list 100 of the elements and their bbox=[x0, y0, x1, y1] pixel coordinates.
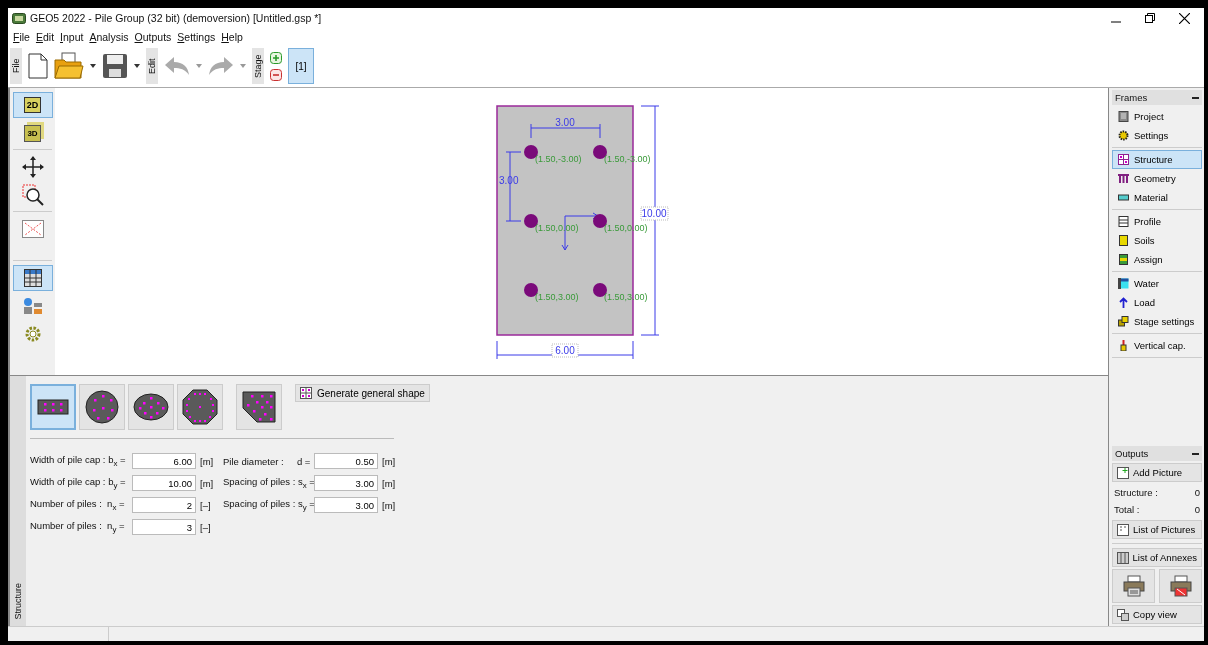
collapse-icon[interactable] bbox=[1192, 96, 1199, 99]
pile-coordinate-label: (1.50,3.00) bbox=[535, 292, 579, 302]
profile-icon bbox=[1118, 216, 1129, 227]
list-of-pictures-button[interactable]: List of Pictures bbox=[1112, 520, 1202, 539]
input-field[interactable]: 6.00 bbox=[132, 453, 196, 469]
print-button[interactable] bbox=[1112, 569, 1155, 603]
toolbar-group-label: Stage bbox=[252, 48, 264, 84]
picture-add-icon bbox=[1117, 466, 1129, 479]
pile-coordinate-label: (1.50,-3.00) bbox=[535, 154, 582, 164]
rectangle-shape-button[interactable] bbox=[30, 384, 76, 430]
copy-view-button[interactable]: Copy view bbox=[1112, 605, 1202, 624]
print-to-file-button[interactable] bbox=[1159, 569, 1202, 603]
window-title: GEO5 2022 - Pile Group (32 bit) (demoversion) [Untitled.gsp *] bbox=[30, 12, 322, 24]
pile-layout-icon bbox=[182, 389, 218, 425]
field-label: Width of pile cap : b$_{y}$ = bbox=[30, 476, 127, 490]
count-label: Total : bbox=[1114, 504, 1140, 515]
panel-title: Frames bbox=[1115, 92, 1148, 103]
menu-item[interactable]: Analysis bbox=[89, 30, 129, 43]
count-value: 0 bbox=[1194, 504, 1200, 515]
general-shape-button[interactable] bbox=[236, 384, 282, 430]
menu-item[interactable]: Settings bbox=[177, 30, 216, 43]
table-icon[interactable] bbox=[12, 265, 53, 291]
collapse-icon[interactable] bbox=[1192, 452, 1199, 455]
menu-item[interactable]: Input bbox=[60, 30, 84, 43]
menu-item[interactable]: Help bbox=[221, 30, 243, 43]
material-icon bbox=[1118, 192, 1129, 203]
settings-icon bbox=[1118, 130, 1129, 141]
input-field[interactable]: 3.00 bbox=[314, 475, 378, 491]
geometry-icon bbox=[1118, 173, 1129, 184]
toolbar-group-label: File bbox=[10, 48, 22, 84]
load-icon bbox=[1118, 297, 1129, 308]
ellipse-shape-button[interactable] bbox=[128, 384, 174, 430]
menu-item[interactable]: Edit bbox=[35, 30, 55, 43]
restore-icon[interactable] bbox=[1145, 13, 1155, 23]
app-logo-icon bbox=[12, 12, 26, 24]
structure-icon bbox=[1118, 154, 1129, 165]
circle-shape-button[interactable] bbox=[79, 384, 125, 430]
generate-shape-button[interactable]: Generate general shape bbox=[295, 384, 430, 402]
stage-icon bbox=[1118, 316, 1129, 327]
view-2d-button[interactable]: 2D bbox=[12, 92, 53, 118]
dimension-label: 3.00 bbox=[555, 117, 575, 128]
pile-layout-icon bbox=[84, 389, 120, 425]
new-document-icon[interactable] bbox=[28, 53, 48, 79]
project-icon bbox=[1118, 111, 1129, 122]
dimension-label: 10.00 bbox=[641, 208, 667, 219]
input-field[interactable]: 2 bbox=[132, 497, 196, 513]
frame-item[interactable]: Vertical cap. bbox=[1112, 336, 1202, 355]
side-tab[interactable]: Structure bbox=[10, 376, 26, 626]
unit-label: [m] bbox=[200, 477, 215, 489]
vertical-icon bbox=[1118, 340, 1129, 351]
unit-label: [m] bbox=[382, 455, 397, 467]
input-field[interactable]: 3.00 bbox=[314, 497, 378, 513]
menu-item[interactable]: Outputs bbox=[134, 30, 172, 43]
assign-icon bbox=[1118, 254, 1129, 265]
grid-icon bbox=[300, 387, 312, 399]
frame-item[interactable]: Structure bbox=[1112, 150, 1202, 169]
unit-label: [–] bbox=[200, 521, 212, 533]
add-icon[interactable] bbox=[270, 51, 282, 64]
columns-icon bbox=[1117, 551, 1129, 564]
soils-icon bbox=[1118, 235, 1129, 246]
count-value: 0 bbox=[1194, 487, 1200, 498]
octagon-shape-button[interactable] bbox=[177, 384, 223, 430]
frame-item[interactable]: Material bbox=[1112, 188, 1202, 207]
remove-icon[interactable] bbox=[270, 68, 282, 81]
picture-list-icon bbox=[1117, 523, 1129, 536]
field-label: Width of pile cap : b$_{x}$ = bbox=[30, 454, 127, 468]
unit-label: [m] bbox=[382, 477, 397, 489]
list-of-annexes-button[interactable]: List of Annexes bbox=[1112, 548, 1202, 567]
frame-item[interactable]: Settings bbox=[1112, 126, 1202, 145]
pile-coordinate-label: (1.50,0.00) bbox=[535, 223, 579, 233]
frame-item[interactable]: Water bbox=[1112, 274, 1202, 293]
caret-icon[interactable] bbox=[134, 64, 140, 68]
input-field[interactable]: 10.00 bbox=[132, 475, 196, 491]
close-icon[interactable] bbox=[1179, 12, 1190, 24]
dimension-label: 6.00 bbox=[555, 345, 575, 356]
field-label: Number of piles : n$_{y}$ = bbox=[30, 520, 126, 534]
frame-item[interactable]: Geometry bbox=[1112, 169, 1202, 188]
field-label: Pile diameter : d = bbox=[223, 455, 310, 467]
water-icon bbox=[1118, 278, 1129, 289]
frame-item[interactable]: Soils bbox=[1112, 231, 1202, 250]
open-folder-icon[interactable] bbox=[54, 52, 84, 80]
unit-label: [–] bbox=[200, 499, 212, 511]
frame-item[interactable]: Project bbox=[1112, 107, 1202, 126]
input-field[interactable]: 3 bbox=[132, 519, 196, 535]
stage-button[interactable]: [1] bbox=[288, 48, 314, 84]
unit-label: [m] bbox=[200, 455, 215, 467]
toolbar-group-label: Edit bbox=[146, 48, 158, 84]
field-label: Number of piles : n$_{x}$ = bbox=[30, 498, 126, 512]
copy-icon bbox=[1117, 608, 1129, 621]
add-picture-button[interactable]: Add Picture bbox=[1112, 463, 1202, 482]
caret-icon[interactable] bbox=[90, 64, 96, 68]
frame-item[interactable]: Load bbox=[1112, 293, 1202, 312]
printer-icon bbox=[1169, 575, 1192, 597]
view-3d-button[interactable]: 3D bbox=[12, 120, 53, 146]
input-field[interactable]: 0.50 bbox=[314, 453, 378, 469]
frame-item[interactable]: Assign bbox=[1112, 250, 1202, 269]
frame-item[interactable]: Stage settings bbox=[1112, 312, 1202, 331]
frame-item[interactable]: Profile bbox=[1112, 212, 1202, 231]
menu-item[interactable]: File bbox=[13, 30, 30, 43]
pile-layout-icon bbox=[241, 389, 277, 425]
